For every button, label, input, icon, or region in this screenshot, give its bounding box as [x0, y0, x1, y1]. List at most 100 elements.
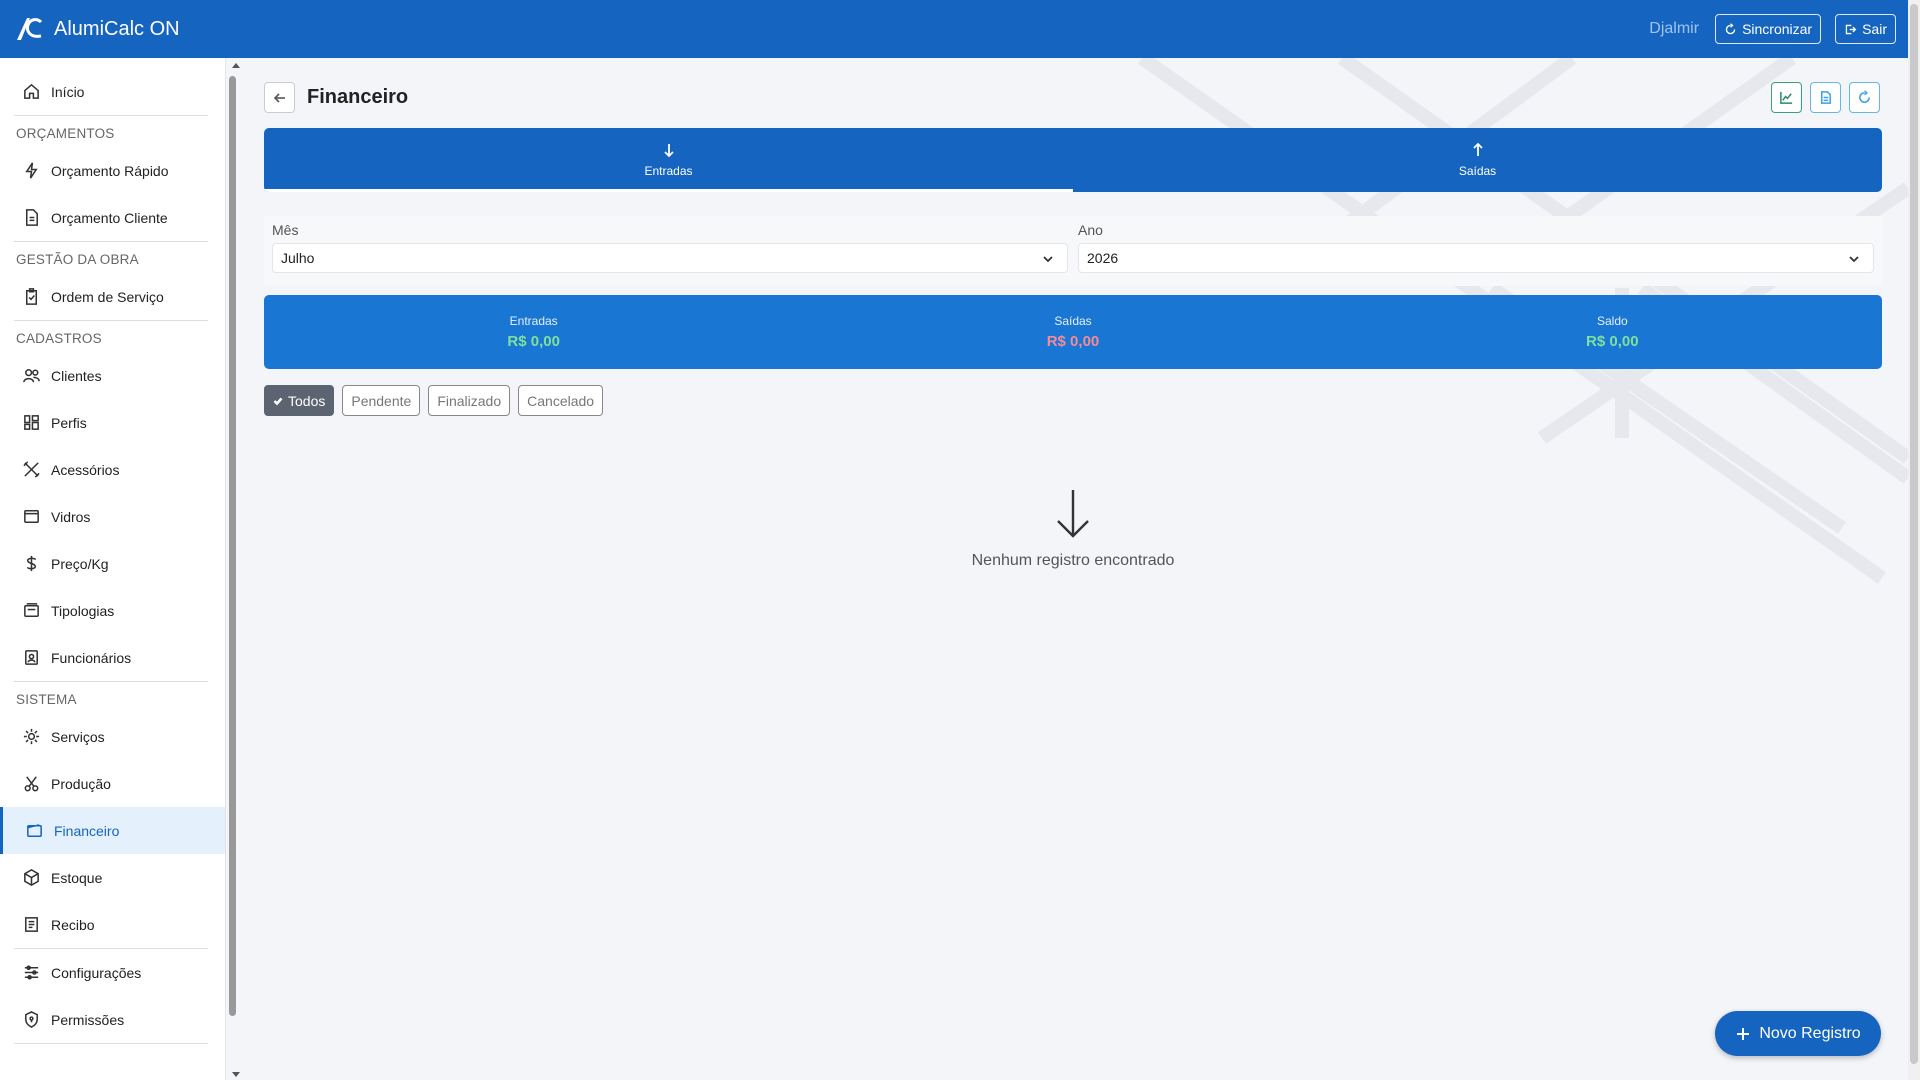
period-filters: Mês Julho Ano 2026	[264, 216, 1882, 286]
sidebar-scroll-up-arrow[interactable]	[232, 63, 240, 68]
window-scrollbar-thumb[interactable]	[1910, 4, 1918, 1064]
sidebar-item-label: Orçamento Rápido	[51, 162, 169, 179]
sidebar-item-configuracoes[interactable]: Configurações	[0, 949, 225, 996]
chip-label: Cancelado	[527, 392, 595, 409]
status-filter-chips: Todos Pendente Finalizado Cancelado	[264, 385, 604, 416]
sidebar-item-orcamento-cliente[interactable]: Orçamento Cliente	[0, 194, 225, 241]
sidebar-item-vidros[interactable]: Vidros	[0, 493, 225, 540]
empty-state: Nenhum registro encontrado	[264, 488, 1882, 570]
arrow-down-icon	[1057, 490, 1089, 538]
sidebar-item-tipologias[interactable]: Tipologias	[0, 587, 225, 634]
tab-label: Saídas	[1458, 164, 1497, 178]
year-value: 2026	[1087, 250, 1119, 266]
logout-icon	[1845, 24, 1857, 34]
sidebar-item-label: Clientes	[51, 367, 102, 384]
month-value: Julho	[281, 250, 315, 266]
users-icon	[21, 366, 41, 386]
arrow-up-icon	[1472, 142, 1483, 156]
clipboard-check-icon	[21, 287, 41, 307]
sync-label: Sincronizar	[1742, 21, 1813, 37]
sidebar-item-preco-kg[interactable]: Preço/Kg	[0, 540, 225, 587]
sidebar-item-estoque[interactable]: Estoque	[0, 854, 225, 901]
arrow-down-icon	[663, 144, 674, 158]
chip-cancelado[interactable]: Cancelado	[518, 385, 604, 416]
chip-label: Todos	[288, 392, 326, 409]
dollar-icon	[21, 554, 41, 574]
main-content: Financeiro Entradas Saídas Mês Julho Ano…	[242, 58, 1908, 1080]
tab-label: Entradas	[644, 164, 693, 178]
brand[interactable]: AlumiCalc ON	[14, 14, 180, 44]
sidebar-item-orcamento-rapido[interactable]: Orçamento Rápido	[0, 147, 225, 194]
sidebar-section-gestao: GESTÃO DA OBRA	[16, 252, 139, 267]
sidebar-item-label: Preço/Kg	[51, 555, 109, 572]
sidebar: Início ORÇAMENTOS Orçamento Rápido Orçam…	[0, 58, 226, 1080]
sidebar-item-financeiro[interactable]: Financeiro	[0, 807, 225, 854]
chevron-down-icon	[1043, 256, 1053, 263]
box-icon	[21, 868, 41, 888]
file-icon	[1821, 91, 1831, 104]
sidebar-item-permissoes[interactable]: Permissões	[0, 996, 225, 1043]
sidebar-item-label: Ordem de Serviço	[51, 288, 164, 305]
sidebar-item-servicos[interactable]: Serviços	[0, 713, 225, 760]
type-tabs: Entradas Saídas	[264, 128, 1882, 192]
new-record-label: Novo Registro	[1759, 1024, 1861, 1042]
refresh-icon	[1859, 90, 1870, 103]
window-scrollbar[interactable]	[1908, 0, 1920, 1080]
sync-button[interactable]: Sincronizar	[1715, 14, 1822, 44]
sidebar-item-label: Funcionários	[51, 649, 132, 666]
chip-label: Pendente	[351, 392, 412, 409]
sidebar-scroll-down-arrow[interactable]	[232, 1072, 240, 1077]
chip-todos[interactable]: Todos	[264, 385, 335, 416]
summary-value: R$ 0,00	[1046, 333, 1100, 350]
tab-saidas[interactable]: Saídas	[1073, 128, 1882, 192]
year-label: Ano	[1078, 222, 1103, 238]
chip-pendente[interactable]: Pendente	[342, 385, 421, 416]
sidebar-item-inicio[interactable]: Início	[0, 68, 225, 115]
sidebar-item-funcionarios[interactable]: Funcionários	[0, 634, 225, 681]
chip-finalizado[interactable]: Finalizado	[428, 385, 511, 416]
chart-button[interactable]	[1771, 82, 1802, 113]
sidebar-item-producao[interactable]: Produção	[0, 760, 225, 807]
tools-icon	[21, 460, 41, 480]
plus-icon	[1737, 1027, 1750, 1040]
sidebar-item-perfis[interactable]: Perfis	[0, 399, 225, 446]
grid-icon	[21, 413, 41, 433]
month-select[interactable]: Julho	[272, 243, 1068, 273]
page-title: Financeiro	[307, 86, 409, 108]
sidebar-scrollbar[interactable]	[229, 76, 236, 1016]
sidebar-item-label: Estoque	[51, 869, 103, 886]
shield-icon	[21, 1010, 41, 1030]
sidebar-item-label: Orçamento Cliente	[51, 209, 168, 226]
sidebar-item-clientes[interactable]: Clientes	[0, 352, 225, 399]
sidebar-item-label: Perfis	[51, 414, 87, 431]
summary-saidas: Saídas R$ 0,00	[803, 295, 1342, 369]
app-logo-icon	[17, 18, 43, 40]
summary-value: R$ 0,00	[1586, 333, 1639, 350]
tab-entradas[interactable]: Entradas	[264, 128, 1073, 192]
user-name: Djalmir	[1649, 20, 1700, 37]
year-select[interactable]: 2026	[1078, 243, 1874, 273]
sidebar-item-label: Início	[51, 83, 85, 100]
sidebar-item-label: Tipologias	[51, 602, 115, 619]
logout-button[interactable]: Sair	[1835, 14, 1896, 44]
sidebar-section-orcamentos: ORÇAMENTOS	[16, 126, 115, 141]
app-title: AlumiCalc ON	[54, 17, 180, 40]
sidebar-section-sistema: SISTEMA	[16, 692, 77, 707]
sidebar-item-label: Vidros	[51, 508, 91, 525]
refresh-icon	[1725, 22, 1736, 34]
window-icon	[21, 507, 41, 527]
summary-card: Entradas R$ 0,00 Saídas R$ 0,00 Saldo R$…	[264, 295, 1882, 369]
wallet-icon	[24, 821, 44, 841]
sidebar-item-acessorios[interactable]: Acessórios	[0, 446, 225, 493]
refresh-button[interactable]	[1849, 82, 1880, 113]
sidebar-item-recibo[interactable]: Recibo	[0, 901, 225, 948]
lightning-icon	[21, 161, 41, 181]
receipt-icon	[21, 915, 41, 935]
new-record-button[interactable]: Novo Registro	[1715, 1011, 1881, 1056]
report-button[interactable]	[1810, 82, 1841, 113]
layers-icon	[21, 601, 41, 621]
sidebar-divider	[14, 1043, 208, 1044]
back-button[interactable]	[264, 82, 295, 113]
sidebar-item-label: Configurações	[51, 964, 142, 981]
sidebar-item-ordem-servico[interactable]: Ordem de Serviço	[0, 273, 225, 320]
